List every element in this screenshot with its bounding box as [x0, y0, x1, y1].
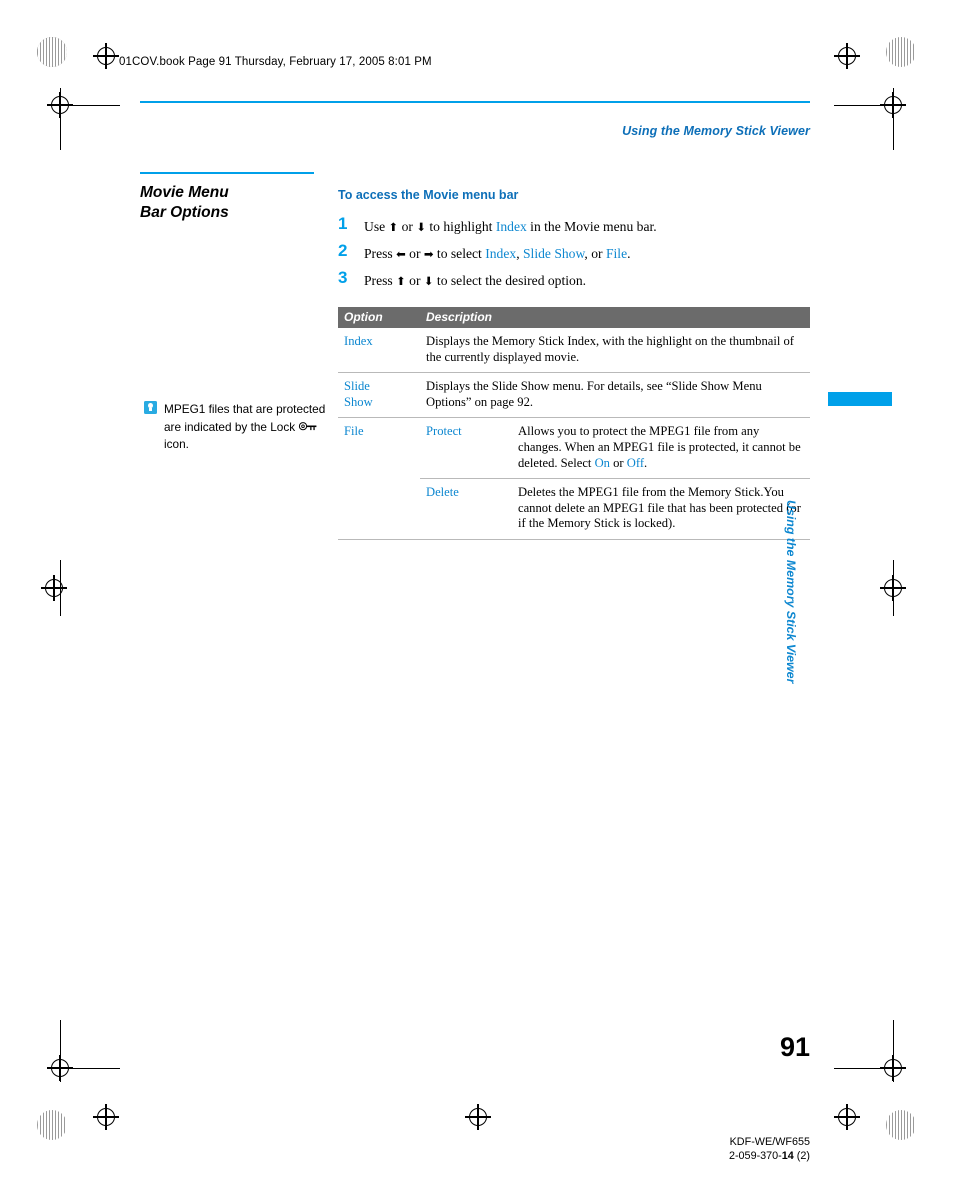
crop-mark-bottom-right — [834, 1068, 894, 1069]
footer-doc-number: 2-059-370-14 (2) — [729, 1149, 810, 1163]
header-rule — [140, 101, 810, 104]
file-info-header: 01COV.book Page 91 Thursday, February 17… — [119, 56, 432, 68]
step-1-number: 1 — [338, 214, 348, 233]
doc-number-suffix: (2) — [793, 1150, 810, 1162]
options-table: Option Description Index Displays the Me… — [338, 307, 810, 540]
footer-model-name: KDF-WE/WF655 — [729, 1136, 810, 1148]
registration-hatch-top-right — [886, 37, 916, 67]
row-suboption-delete: Delete — [426, 485, 459, 500]
crop-mark-left-bottom — [60, 1020, 61, 1082]
crop-mark-bottom-left — [60, 1068, 120, 1069]
page-title: Movie Menu Bar Options — [140, 183, 330, 223]
page-title-line2: Bar Options — [140, 204, 229, 221]
registration-target-bottom-left — [93, 1104, 119, 1130]
crop-mark-top-right — [834, 105, 894, 106]
side-tab-label: Using the Memory Stick Viewer — [784, 500, 798, 684]
file-subtable: Protect Allows you to protect the MPEG1 … — [420, 418, 810, 539]
row-suboption-protect: Protect — [420, 418, 512, 480]
row-description-delete: Deletes the MPEG1 file from the Memory S… — [518, 485, 801, 531]
column-header-description: Description — [420, 307, 810, 328]
crop-mark-left-top — [60, 88, 61, 150]
step-1-text: Use ⬆ or ⬇ to highlight Index in the Mov… — [364, 219, 657, 234]
crop-mark-right-bottom — [893, 1020, 894, 1082]
registration-target-bottom-center — [465, 1104, 491, 1130]
section-rule — [140, 172, 314, 175]
page-number: 91 — [779, 1032, 810, 1062]
step-3-text: Press ⬆ or ⬇ to select the desired optio… — [364, 273, 587, 288]
tip-note-text: MPEG1 files that are protected are indic… — [164, 401, 342, 454]
table-row: Index Displays the Memory Stick Index, w… — [338, 328, 810, 374]
tip-bulb-icon — [144, 401, 157, 414]
registration-target-bottom-right — [834, 1104, 860, 1130]
subsection-heading: To access the Movie menu bar — [338, 188, 519, 202]
page-title-line1: Movie Menu — [140, 184, 229, 201]
crop-mark-right-top — [893, 88, 894, 150]
row-file-subtable-cell: Protect Allows you to protect the MPEG1 … — [420, 417, 810, 540]
table-row: Slide Show Displays the Slide Show menu. … — [338, 372, 810, 419]
step-2-number: 2 — [338, 241, 348, 260]
doc-number-rev: 14 — [781, 1150, 794, 1162]
table-row: File Protect Allows you to protect the M… — [338, 417, 810, 540]
row-description-index: Displays the Memory Stick Index, with th… — [420, 328, 810, 374]
doc-number-prefix: 2-059-370- — [728, 1150, 782, 1162]
row-option-index: Index — [338, 328, 420, 374]
registration-target-top-left — [93, 43, 119, 69]
table-subrow: Protect Allows you to protect the MPEG1 … — [420, 418, 810, 480]
row-description-slideshow: Displays the Slide Show menu. For detail… — [420, 372, 810, 419]
registration-target-top-right — [834, 43, 860, 69]
table-header-row: Option Description — [338, 307, 810, 328]
row-option-slideshow: Slide Show — [338, 372, 420, 419]
row-description-protect: Allows you to protect the MPEG1 file fro… — [512, 418, 810, 480]
crop-mark-center-right — [893, 560, 894, 616]
registration-hatch-top-left — [37, 37, 67, 67]
registration-hatch-bottom-right — [886, 1110, 916, 1140]
table-subrow: Delete Deletes the MPEG1 file from the M… — [420, 479, 810, 539]
running-head: Using the Memory Stick Viewer — [622, 124, 810, 138]
page: 01COV.book Page 91 Thursday, February 17… — [0, 0, 954, 1177]
footer-model-info: KDF-WE/WF655 2-059-370-14 (2) — [729, 1135, 810, 1163]
step-3-number: 3 — [338, 268, 348, 287]
registration-target-left-middle — [41, 575, 67, 601]
row-option-file: File — [338, 417, 420, 540]
side-tab-accent-bar — [828, 392, 892, 406]
column-header-option: Option — [338, 307, 420, 328]
crop-mark-center-left — [60, 560, 61, 616]
registration-hatch-bottom-left — [37, 1110, 67, 1140]
lock-icon — [298, 420, 320, 431]
crop-mark-top-left — [60, 105, 120, 106]
step-2-text: Press ⬅ or ➡ to select Index, Slide Show… — [364, 246, 631, 261]
tip-note-part2: icon. — [164, 437, 189, 452]
